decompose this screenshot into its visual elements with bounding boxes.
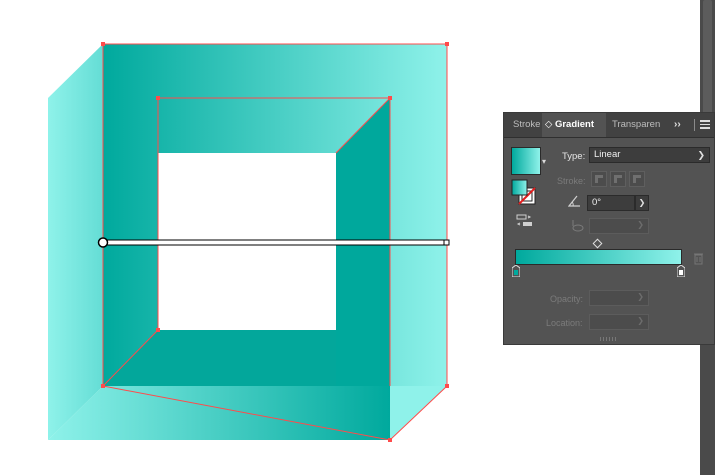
swatch-dropdown-icon[interactable]: ▾ bbox=[542, 157, 546, 166]
panel-tab-bar: Stroke ◇ Gradient Transparen ›› bbox=[504, 113, 714, 138]
chevron-down-icon: ❯ bbox=[637, 316, 644, 325]
opacity-field: ❯ bbox=[589, 290, 649, 306]
tab-gradient[interactable]: ◇ Gradient bbox=[542, 113, 606, 137]
location-field: ❯ bbox=[589, 314, 649, 330]
frame-left-face[interactable] bbox=[48, 44, 103, 440]
gradient-type-value: Linear bbox=[594, 149, 621, 160]
gradient-origin-handle[interactable] bbox=[97, 237, 109, 248]
panel-menu-icon[interactable] bbox=[700, 120, 710, 130]
gradient-type-select[interactable]: Linear ❯ bbox=[589, 147, 710, 163]
tab-divider bbox=[694, 119, 695, 131]
angle-icon bbox=[568, 195, 580, 207]
tab-stroke[interactable]: Stroke bbox=[504, 113, 542, 137]
type-label: Type: bbox=[562, 151, 586, 162]
stroke-label: Stroke: bbox=[557, 176, 586, 186]
stroke-across-button[interactable] bbox=[629, 171, 645, 187]
chevron-down-icon: ❯ bbox=[697, 150, 705, 160]
gradient-panel: Stroke ◇ Gradient Transparen ›› ▾ Type: … bbox=[503, 112, 715, 345]
gradient-swatch[interactable] bbox=[511, 147, 541, 175]
tab-transparency[interactable]: Transparen bbox=[606, 113, 668, 137]
panel-resize-grip[interactable] bbox=[600, 337, 618, 341]
chevron-down-icon: ❯ bbox=[637, 220, 644, 229]
tab-overflow-button[interactable]: ›› bbox=[674, 113, 681, 137]
gradient-stop-end[interactable] bbox=[677, 265, 685, 277]
trash-icon[interactable] bbox=[693, 252, 704, 265]
gradient-stop-start[interactable] bbox=[512, 265, 520, 277]
angle-dropdown-button[interactable]: ❯ bbox=[635, 195, 649, 211]
fill-stroke-icon[interactable] bbox=[511, 179, 539, 207]
opacity-label: Opacity: bbox=[550, 294, 584, 304]
location-label: Location: bbox=[546, 318, 583, 328]
gradient-end-handle[interactable] bbox=[443, 239, 450, 246]
chevron-down-icon: ❯ bbox=[637, 292, 644, 301]
gradient-midpoint-handle[interactable] bbox=[592, 238, 603, 249]
gradient-slider[interactable] bbox=[515, 249, 682, 265]
aspect-ratio-field: ❯ bbox=[589, 218, 649, 234]
reverse-gradient-icon[interactable] bbox=[516, 214, 534, 228]
angle-input[interactable]: 0° bbox=[587, 195, 635, 211]
stroke-within-button[interactable] bbox=[591, 171, 607, 187]
aspect-ratio-icon bbox=[572, 220, 584, 232]
stroke-along-button[interactable] bbox=[610, 171, 626, 187]
